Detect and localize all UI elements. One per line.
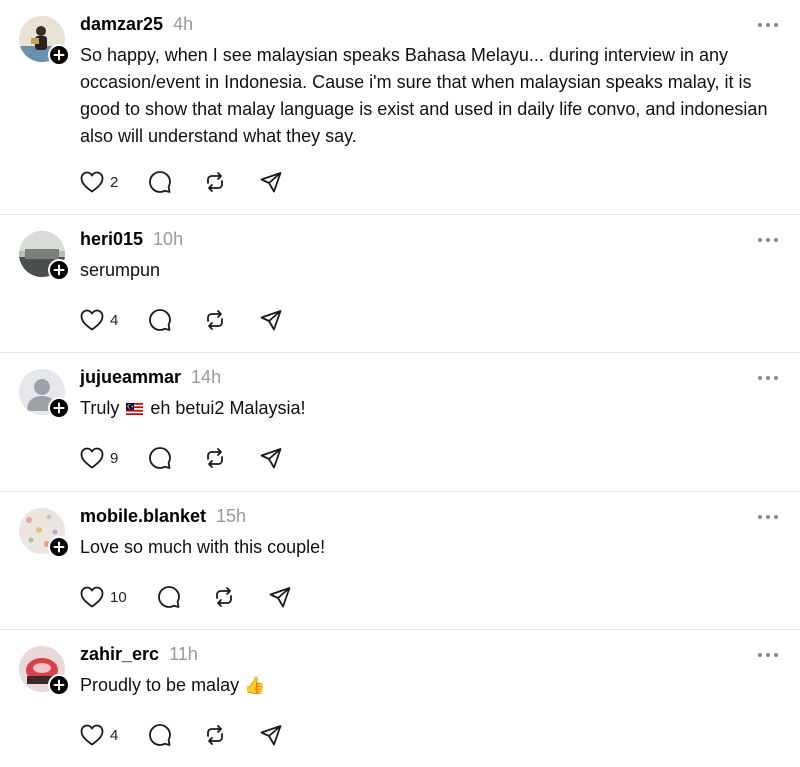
post-text: So happy, when I see malaysian speaks Ba…: [80, 45, 768, 146]
follow-plus-icon[interactable]: [48, 259, 70, 281]
avatar[interactable]: [19, 508, 70, 558]
post-text: Love so much with this couple!: [80, 537, 326, 557]
comment-icon: [157, 585, 181, 609]
follow-plus-icon[interactable]: [48, 536, 70, 558]
avatar[interactable]: [19, 16, 70, 66]
more-icon[interactable]: [758, 375, 778, 381]
repost-icon: [203, 446, 227, 470]
reply-post: damzar25 4h So happy, when I see malaysi…: [0, 0, 800, 215]
reply-post: heri015 10h serumpun 4: [0, 215, 800, 353]
more-icon[interactable]: [758, 22, 778, 28]
send-icon: [259, 446, 283, 470]
username[interactable]: zahir_erc: [80, 644, 159, 665]
reply-post: mobile.blanket 15h Love so much with thi…: [0, 492, 800, 630]
repost-button[interactable]: [212, 585, 236, 609]
share-button[interactable]: [259, 308, 283, 332]
action-bar: 10: [80, 584, 292, 610]
post-text: Proudly to be malay 👍: [80, 672, 770, 699]
like-count: 4: [110, 311, 119, 329]
action-bar: 4: [80, 307, 283, 333]
comment-icon: [148, 723, 172, 747]
username[interactable]: mobile.blanket: [80, 506, 206, 527]
more-icon[interactable]: [758, 652, 778, 658]
post-time: 14h: [191, 367, 222, 387]
reply-button[interactable]: [148, 308, 172, 332]
reply-post: jujueammar 14h Truly eh betui2 Malaysia!: [0, 353, 800, 492]
follow-plus-icon[interactable]: [48, 674, 70, 696]
share-button[interactable]: [259, 170, 283, 194]
repost-icon: [203, 723, 227, 747]
repost-icon: [203, 170, 227, 194]
like-button[interactable]: 2: [80, 171, 118, 193]
share-button[interactable]: [259, 446, 283, 470]
avatar[interactable]: [19, 231, 70, 281]
like-button[interactable]: 4: [80, 309, 118, 331]
heart-icon: [80, 447, 104, 469]
post-text: serumpun: [80, 260, 161, 280]
comment-icon: [148, 446, 172, 470]
like-button[interactable]: 9: [80, 447, 118, 469]
repost-button[interactable]: [203, 446, 227, 470]
malaysia-flag-icon: [126, 403, 144, 415]
action-bar: 2: [80, 169, 283, 195]
like-count: 9: [110, 449, 119, 467]
like-count: 2: [110, 173, 119, 191]
repost-button[interactable]: [203, 723, 227, 747]
like-count: 10: [110, 588, 127, 606]
more-icon[interactable]: [758, 514, 778, 520]
reply-button[interactable]: [148, 723, 172, 747]
thread-replies-feed: damzar25 4h So happy, when I see malaysi…: [0, 0, 800, 767]
post-time: 15h: [216, 506, 247, 526]
heart-icon: [80, 309, 104, 331]
reply-button[interactable]: [157, 585, 181, 609]
heart-icon: [80, 586, 104, 608]
like-button[interactable]: 10: [80, 586, 127, 608]
repost-button[interactable]: [203, 308, 227, 332]
reply-post: zahir_erc 11h Proudly to be malay 👍 4: [0, 630, 800, 767]
comment-icon: [148, 170, 172, 194]
post-time: 4h: [173, 14, 194, 34]
heart-icon: [80, 724, 104, 746]
send-icon: [259, 170, 283, 194]
reply-button[interactable]: [148, 170, 172, 194]
more-icon[interactable]: [758, 237, 778, 243]
post-text-main: Proudly to be malay: [80, 675, 240, 695]
send-icon: [268, 585, 292, 609]
post-time: 10h: [153, 229, 184, 249]
comment-icon: [148, 308, 172, 332]
follow-plus-icon[interactable]: [48, 397, 70, 419]
avatar[interactable]: [19, 369, 70, 419]
avatar[interactable]: [19, 646, 70, 696]
repost-icon: [203, 308, 227, 332]
repost-button[interactable]: [203, 170, 227, 194]
action-bar: 9: [80, 445, 283, 471]
post-text: Truly eh betui2 Malaysia!: [80, 395, 770, 422]
repost-icon: [212, 585, 236, 609]
share-button[interactable]: [259, 723, 283, 747]
like-count: 4: [110, 726, 119, 744]
send-icon: [259, 308, 283, 332]
follow-plus-icon[interactable]: [48, 44, 70, 66]
username[interactable]: jujueammar: [80, 367, 181, 388]
reply-button[interactable]: [148, 446, 172, 470]
post-time: 11h: [169, 644, 198, 664]
post-text-end: eh betui2 Malaysia!: [150, 398, 306, 418]
username[interactable]: damzar25: [80, 14, 163, 35]
send-icon: [259, 723, 283, 747]
username[interactable]: heri015: [80, 229, 143, 250]
heart-icon: [80, 171, 104, 193]
thumbs-up-icon: 👍: [244, 676, 266, 695]
post-text-start: Truly: [80, 398, 120, 418]
action-bar: 4: [80, 722, 283, 748]
like-button[interactable]: 4: [80, 724, 118, 746]
share-button[interactable]: [268, 585, 292, 609]
